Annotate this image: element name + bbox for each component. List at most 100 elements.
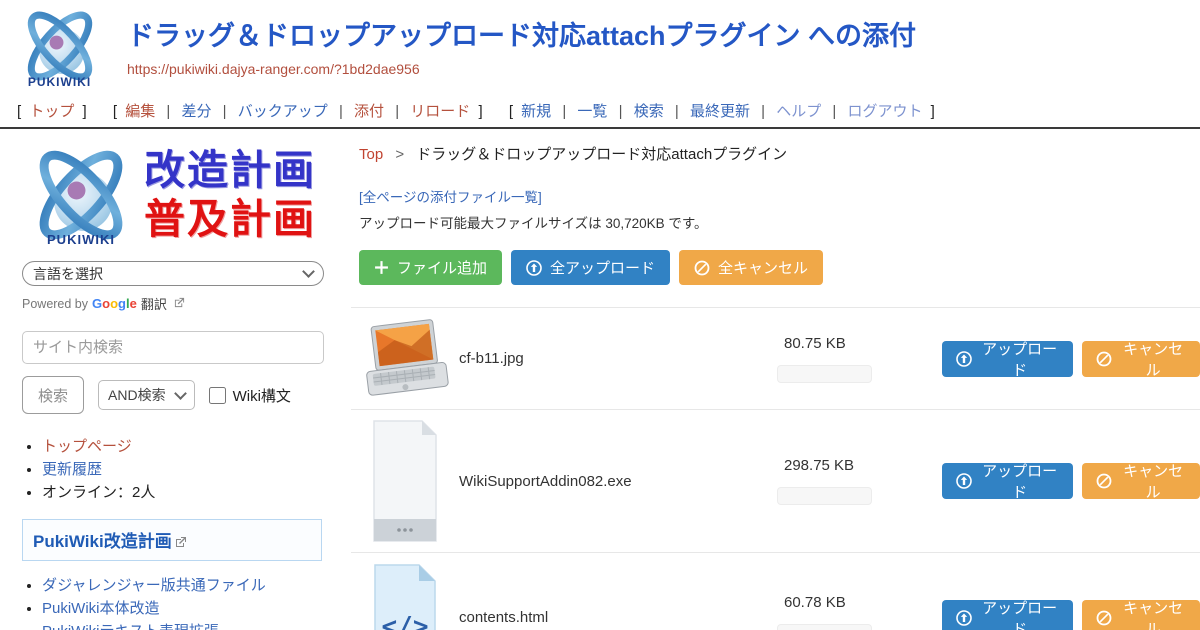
file-size: 80.75 KB	[784, 335, 942, 352]
file-size: 60.78 KB	[784, 594, 942, 611]
progress-bar	[777, 487, 872, 505]
cancel-label: キャンセル	[1120, 597, 1186, 630]
upload-circle-icon	[526, 260, 542, 276]
upload-button[interactable]: アップロード	[942, 600, 1073, 630]
cancel-button[interactable]: キャンセル	[1082, 463, 1200, 499]
sidebar-logo[interactable]: PUKIWIKI 改造計画 普及計画	[22, 143, 329, 247]
page-url[interactable]: https://pukiwiki.dajya-ranger.com/?1bd2d…	[127, 61, 1200, 77]
bracket: [	[17, 103, 21, 120]
nav-search[interactable]: 検索	[634, 103, 664, 120]
cancel-label: キャンセル	[1120, 460, 1186, 502]
separator: |	[562, 103, 566, 120]
chevron-down-icon	[302, 265, 315, 278]
link-common-files[interactable]: ダジャレンジャー版共通ファイル	[42, 577, 266, 594]
cancel-circle-icon	[1096, 351, 1112, 367]
pukiwiki-logo[interactable]: PUKIWIKI	[12, 6, 107, 89]
separator: |	[166, 103, 170, 120]
progress-bar	[777, 365, 872, 383]
nav-list[interactable]: 一覧	[577, 103, 607, 120]
upload-button[interactable]: アップロード	[942, 463, 1073, 499]
search-mode-select[interactable]: AND検索	[98, 380, 195, 410]
file-name: WikiSupportAddin082.exe	[459, 473, 777, 490]
cancel-all-label: 全キャンセル	[718, 257, 808, 278]
link-text-extensions[interactable]: PukiWikiテキスト表現拡張	[42, 623, 219, 630]
page-title: ドラッグ＆ドロップアップロード対応attachプラグイン への添付	[127, 22, 1200, 52]
site-links-list: ダジャレンジャー版共通ファイル PukiWiki本体改造 PukiWikiテキス…	[42, 575, 329, 630]
atom-logo-icon	[16, 6, 104, 86]
cancel-circle-icon	[1096, 473, 1112, 489]
all-attachments-link[interactable]: [全ページの添付ファイル一覧]	[359, 186, 1200, 206]
nav-reload[interactable]: リロード	[410, 103, 470, 120]
bracket: ]	[83, 103, 87, 120]
nav-top[interactable]: トップ	[29, 103, 74, 120]
search-mode-value: AND検索	[108, 385, 166, 405]
laptop-photo-thumbnail	[359, 319, 451, 399]
code-file-icon: </>	[373, 563, 437, 630]
quick-links-list: トップページ 更新履歴 オンライン：2人	[42, 436, 329, 503]
google-translate-credit: Powered by Google 翻訳	[22, 294, 329, 313]
progress-bar	[777, 624, 872, 630]
slogan-line2: 普及計画	[144, 195, 316, 244]
chevron-down-icon	[174, 387, 187, 400]
separator: |	[395, 103, 399, 120]
list-item: ダジャレンジャー版共通ファイル	[42, 575, 329, 596]
list-item: PukiWiki本体改造	[42, 598, 329, 619]
main-content: Top > ドラッグ＆ドロップアップロード対応attachプラグイン [全ページ…	[345, 129, 1200, 630]
link-core-mods[interactable]: PukiWiki本体改造	[42, 600, 160, 617]
cancel-button[interactable]: キャンセル	[1082, 341, 1200, 377]
upload-button[interactable]: アップロード	[942, 341, 1073, 377]
sidebar-section-header: PukiWiki改造計画	[22, 519, 322, 561]
cancel-circle-icon	[1096, 610, 1112, 626]
upload-all-label: 全アップロード	[550, 257, 655, 278]
external-link-icon	[174, 297, 185, 311]
bracket: [	[509, 103, 513, 120]
section-title-link[interactable]: PukiWiki改造計画	[33, 532, 172, 551]
nav-backup[interactable]: バックアップ	[238, 103, 328, 120]
cancel-circle-icon	[694, 260, 710, 276]
list-item: 更新履歴	[42, 459, 329, 480]
bracket: [	[113, 103, 117, 120]
file-size: 298.75 KB	[784, 457, 942, 474]
list-item: トップページ	[42, 436, 329, 457]
upload-circle-icon	[956, 473, 972, 489]
link-top-page[interactable]: トップページ	[42, 438, 132, 455]
nav-help[interactable]: ヘルプ	[776, 103, 821, 120]
wiki-syntax-checkbox[interactable]	[209, 387, 226, 404]
nav-edit[interactable]: 編集	[125, 103, 155, 120]
file-name: contents.html	[459, 609, 777, 626]
nav-recent[interactable]: 最終更新	[690, 103, 750, 120]
bracket: ]	[478, 103, 482, 120]
sidebar: PUKIWIKI 改造計画 普及計画 言語を選択 Powered by Goog…	[0, 129, 345, 630]
cancel-button[interactable]: キャンセル	[1082, 600, 1200, 630]
google-logo: Google	[92, 296, 137, 311]
upload-all-button[interactable]: 全アップロード	[511, 250, 670, 285]
nav-new[interactable]: 新規	[521, 103, 551, 120]
separator: |	[832, 103, 836, 120]
nav-attach[interactable]: 添付	[354, 103, 384, 120]
upload-label: アップロード	[980, 597, 1059, 630]
nav-diff[interactable]: 差分	[181, 103, 211, 120]
add-files-button[interactable]: ファイル追加	[359, 250, 502, 285]
translate-link[interactable]: 翻訳	[141, 294, 167, 313]
powered-by-label: Powered by	[22, 297, 88, 311]
breadcrumb-home[interactable]: Top	[359, 146, 383, 163]
language-select-value: 言語を選択	[33, 264, 103, 284]
file-row: cf-b11.jpg 80.75 KB アップロード キャンセル	[351, 308, 1200, 410]
cancel-label: キャンセル	[1120, 338, 1186, 380]
nav-logout[interactable]: ログアウト	[847, 103, 922, 120]
generic-file-icon	[372, 419, 438, 543]
slogan-line1: 改造計画	[144, 146, 316, 195]
online-count: オンライン：2人	[42, 484, 155, 501]
separator: |	[675, 103, 679, 120]
top-navigation: [ トップ ] [ 編集 | 差分 | バックアップ | 添付 | リロード ]…	[0, 97, 1200, 129]
language-select[interactable]: 言語を選択	[22, 261, 324, 286]
cancel-all-button[interactable]: 全キャンセル	[679, 250, 823, 285]
upload-circle-icon	[956, 610, 972, 626]
upload-circle-icon	[956, 351, 972, 367]
plus-icon	[374, 260, 389, 275]
link-recent-changes[interactable]: 更新履歴	[42, 461, 102, 478]
wiki-syntax-option[interactable]: Wiki構文	[209, 385, 291, 406]
search-button[interactable]: 検索	[22, 376, 84, 414]
site-search-input[interactable]	[22, 331, 324, 364]
file-row: </> contents.html 60.78 KB アップロード キャンセル	[351, 553, 1200, 630]
